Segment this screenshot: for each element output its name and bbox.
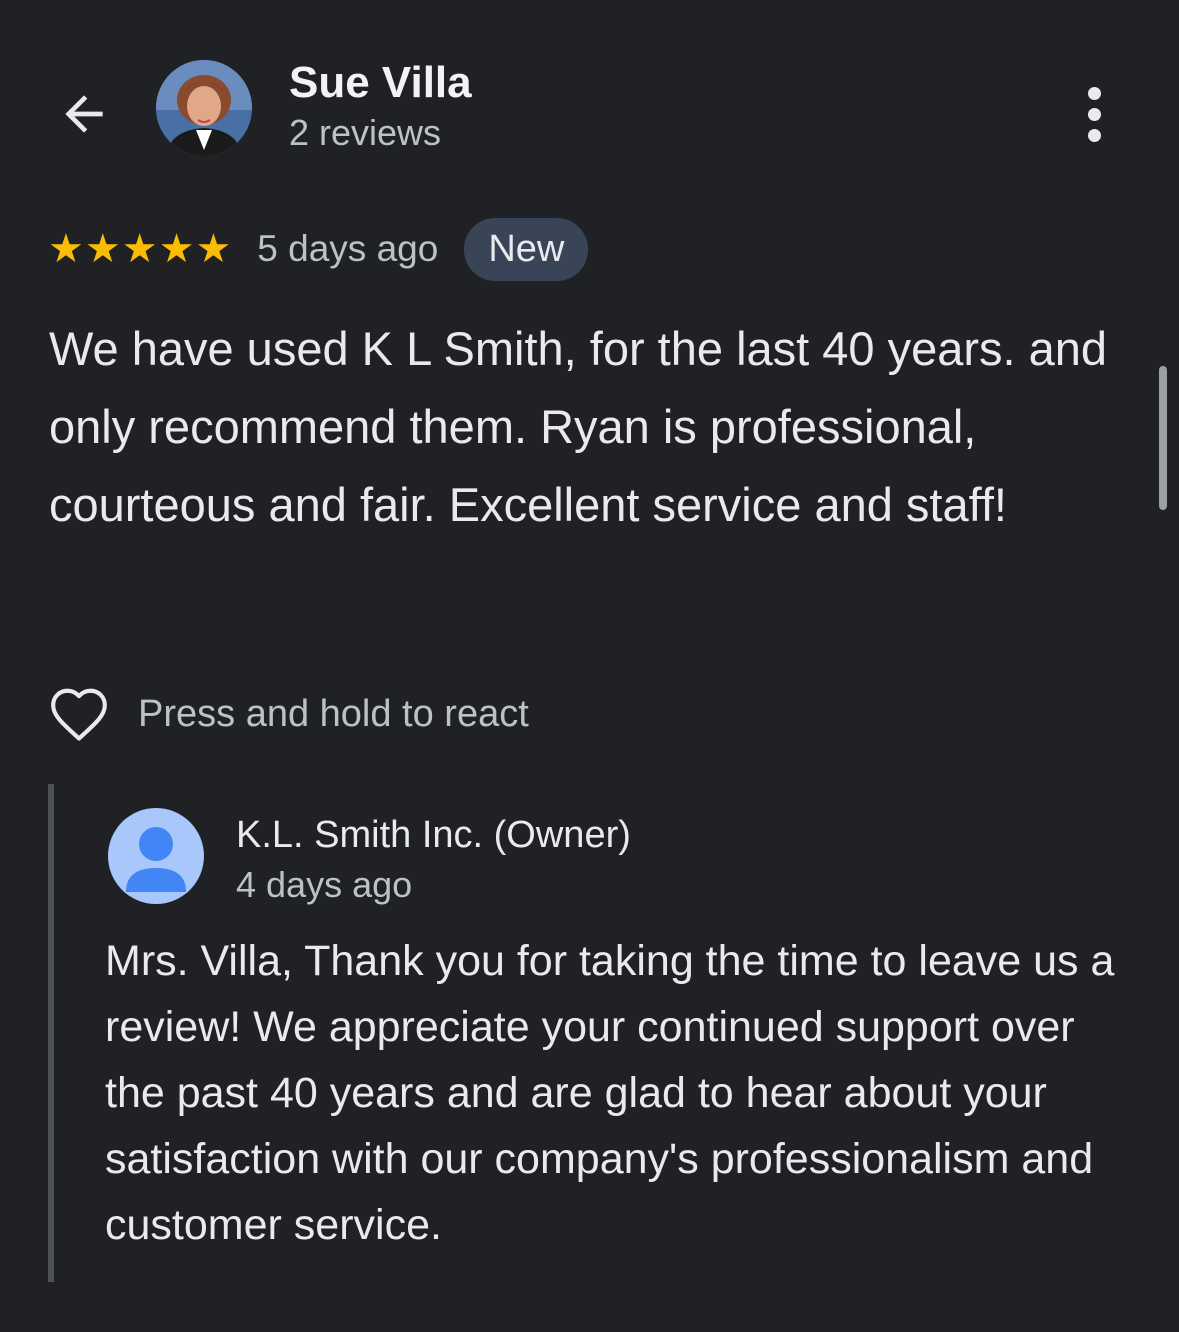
star-icon: ★ bbox=[158, 227, 195, 271]
reviewer-avatar[interactable] bbox=[156, 60, 252, 156]
star-icon: ★ bbox=[121, 227, 158, 271]
heart-outline-icon bbox=[51, 688, 107, 741]
react-label: Press and hold to react bbox=[138, 692, 529, 735]
owner-avatar bbox=[108, 808, 204, 904]
star-rating: ★ ★ ★ ★ ★ bbox=[48, 229, 231, 269]
star-icon: ★ bbox=[195, 227, 232, 271]
reviewer-photo bbox=[156, 60, 252, 156]
review-text: We have used K L Smith, for the last 40 … bbox=[49, 322, 1108, 531]
scrollbar[interactable] bbox=[1159, 366, 1167, 510]
back-button[interactable] bbox=[52, 82, 116, 146]
reviewer-name[interactable]: Sue Villa bbox=[289, 58, 472, 108]
review-date: 5 days ago bbox=[257, 228, 439, 269]
owner-reply: K.L. Smith Inc. (Owner) 4 days ago Mrs. … bbox=[48, 784, 1154, 1282]
person-icon bbox=[126, 827, 186, 892]
more-vert-icon-dot bbox=[1087, 107, 1101, 121]
more-vert-icon bbox=[1087, 86, 1101, 100]
star-icon: ★ bbox=[84, 227, 121, 271]
more-options-button[interactable] bbox=[1070, 82, 1118, 146]
more-vert-icon-dot bbox=[1087, 128, 1101, 142]
owner-reply-date: 4 days ago bbox=[236, 864, 413, 905]
reviewer-review-count: 2 reviews bbox=[289, 112, 442, 153]
star-icon: ★ bbox=[48, 227, 84, 271]
arrow-back-icon bbox=[65, 95, 103, 133]
review-header: Sue Villa 2 reviews bbox=[0, 0, 1179, 200]
owner-name: K.L. Smith Inc. (Owner) bbox=[236, 814, 631, 856]
owner-reply-text: Mrs. Villa, Thank you for taking the tim… bbox=[105, 937, 1115, 1249]
new-badge: New bbox=[464, 217, 589, 281]
rating-row: ★ ★ ★ ★ ★ 5 days ago New bbox=[48, 217, 589, 281]
react-button[interactable]: Press and hold to react bbox=[48, 682, 529, 746]
